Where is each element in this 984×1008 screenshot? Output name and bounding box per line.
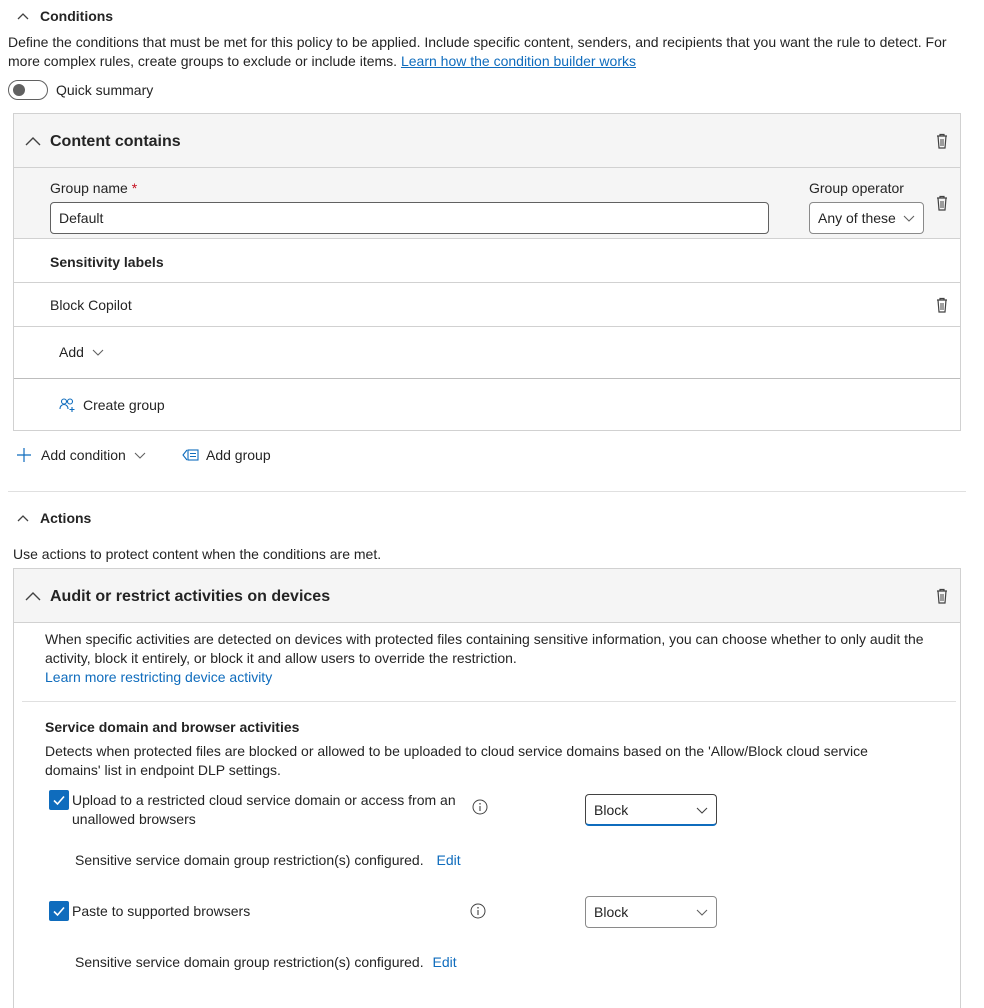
add-label-row: Add bbox=[14, 327, 960, 379]
paste-browsers-label: Paste to supported browsers bbox=[72, 903, 251, 919]
chevron-up-icon bbox=[25, 137, 41, 146]
chevron-up-icon bbox=[25, 592, 41, 601]
device-activities-description-text: When specific activities are detected on… bbox=[45, 631, 924, 666]
actions-title: Actions bbox=[40, 510, 92, 526]
plus-icon bbox=[17, 448, 31, 462]
paste-browsers-info-button[interactable] bbox=[470, 903, 486, 919]
add-group-button[interactable]: Add group bbox=[182, 447, 271, 463]
device-activities-card: Audit or restrict activities on devices … bbox=[13, 568, 961, 1008]
condition-builder-learn-link[interactable]: Learn how the condition builder works bbox=[401, 53, 636, 69]
actions-collapse-button[interactable] bbox=[16, 511, 32, 525]
conditions-section: Conditions Define the conditions that mu… bbox=[0, 0, 984, 490]
quick-summary-label: Quick summary bbox=[56, 82, 154, 98]
device-card-divider bbox=[22, 701, 956, 702]
upload-restricted-edit-link[interactable]: Edit bbox=[437, 852, 461, 868]
chevron-down-icon bbox=[92, 349, 104, 356]
add-label-button[interactable]: Add bbox=[59, 344, 104, 360]
add-group-icon bbox=[182, 449, 199, 461]
chevron-up-icon bbox=[17, 13, 29, 20]
sensitivity-labels-row: Sensitivity labels bbox=[14, 239, 960, 283]
create-group-button[interactable]: Create group bbox=[59, 397, 165, 413]
device-activity-learn-link[interactable]: Learn more restricting device activity bbox=[45, 668, 945, 687]
delete-label-button[interactable] bbox=[934, 296, 950, 314]
chevron-up-icon bbox=[17, 515, 29, 522]
upload-restricted-action-value: Block bbox=[594, 801, 629, 818]
add-condition-text: Add condition bbox=[41, 447, 126, 463]
group-name-label-text: Group name bbox=[50, 180, 128, 196]
upload-restricted-checkbox[interactable] bbox=[49, 790, 69, 810]
conditions-title: Conditions bbox=[40, 8, 114, 24]
device-activities-header: Audit or restrict activities on devices bbox=[14, 569, 960, 623]
conditions-description: Define the conditions that must be met f… bbox=[8, 33, 968, 71]
quick-summary-toggle[interactable] bbox=[8, 80, 48, 100]
upload-restricted-action-select[interactable]: Block bbox=[585, 794, 717, 826]
sensitivity-label-item: Block Copilot bbox=[14, 283, 960, 327]
upload-restricted-label: Upload to a restricted cloud service dom… bbox=[72, 792, 456, 827]
chevron-down-icon bbox=[696, 807, 708, 814]
service-domain-title: Service domain and browser activities bbox=[45, 719, 300, 735]
delete-action-button[interactable] bbox=[934, 587, 950, 605]
checkmark-icon bbox=[53, 795, 65, 806]
toggle-knob bbox=[13, 84, 25, 96]
chevron-down-icon bbox=[696, 909, 708, 916]
conditions-collapse-button[interactable] bbox=[16, 9, 32, 23]
upload-restricted-note: Sensitive service domain group restricti… bbox=[75, 852, 461, 868]
info-icon bbox=[470, 903, 486, 919]
checkmark-icon bbox=[53, 906, 65, 917]
trash-icon bbox=[937, 588, 947, 604]
paste-browsers-note: Sensitive service domain group restricti… bbox=[75, 954, 457, 970]
group-settings-area: Group name * Default Group operator Any … bbox=[14, 168, 960, 239]
paste-browsers-checkbox[interactable] bbox=[49, 901, 69, 921]
info-icon bbox=[472, 799, 488, 815]
paste-browsers-action-select[interactable]: Block bbox=[585, 896, 717, 928]
paste-browsers-note-text: Sensitive service domain group restricti… bbox=[75, 954, 424, 970]
trash-icon bbox=[937, 297, 947, 313]
delete-condition-button[interactable] bbox=[934, 132, 950, 150]
delete-group-button[interactable] bbox=[934, 194, 950, 212]
group-name-label: Group name * bbox=[50, 180, 137, 196]
chevron-down-icon bbox=[134, 452, 146, 459]
paste-browsers-action-value: Block bbox=[594, 904, 629, 920]
add-label-text: Add bbox=[59, 344, 84, 360]
device-activities-title: Audit or restrict activities on devices bbox=[50, 588, 331, 605]
add-group-text: Add group bbox=[206, 447, 271, 463]
required-mark: * bbox=[131, 180, 138, 196]
trash-icon bbox=[937, 195, 947, 211]
content-contains-title: Content contains bbox=[50, 133, 181, 150]
sensitivity-labels-header: Sensitivity labels bbox=[50, 254, 164, 270]
paste-browsers-edit-link[interactable]: Edit bbox=[433, 954, 457, 970]
group-name-value: Default bbox=[59, 210, 104, 226]
trash-icon bbox=[937, 133, 947, 149]
device-activities-collapse-button[interactable] bbox=[25, 589, 41, 605]
group-operator-label: Group operator bbox=[809, 180, 904, 196]
content-contains-collapse-button[interactable] bbox=[25, 134, 41, 150]
group-name-input[interactable]: Default bbox=[50, 202, 769, 234]
content-contains-header: Content contains bbox=[14, 114, 960, 168]
sensitivity-label-name: Block Copilot bbox=[50, 297, 132, 313]
group-operator-select[interactable]: Any of these bbox=[809, 202, 924, 234]
section-divider bbox=[8, 491, 966, 492]
chevron-down-icon bbox=[903, 215, 915, 222]
group-operator-value: Any of these bbox=[818, 210, 896, 226]
upload-restricted-info-button[interactable] bbox=[472, 799, 488, 815]
content-contains-card: Content contains Group name * Default Gr… bbox=[13, 113, 961, 431]
upload-restricted-note-text: Sensitive service domain group restricti… bbox=[75, 852, 424, 868]
add-condition-button[interactable]: Add condition bbox=[16, 447, 146, 463]
actions-description: Use actions to protect content when the … bbox=[13, 546, 382, 562]
people-add-icon bbox=[59, 398, 75, 412]
service-domain-description: Detects when protected files are blocked… bbox=[45, 743, 868, 778]
create-group-text: Create group bbox=[83, 397, 165, 413]
device-activities-description: When specific activities are detected on… bbox=[45, 630, 945, 687]
